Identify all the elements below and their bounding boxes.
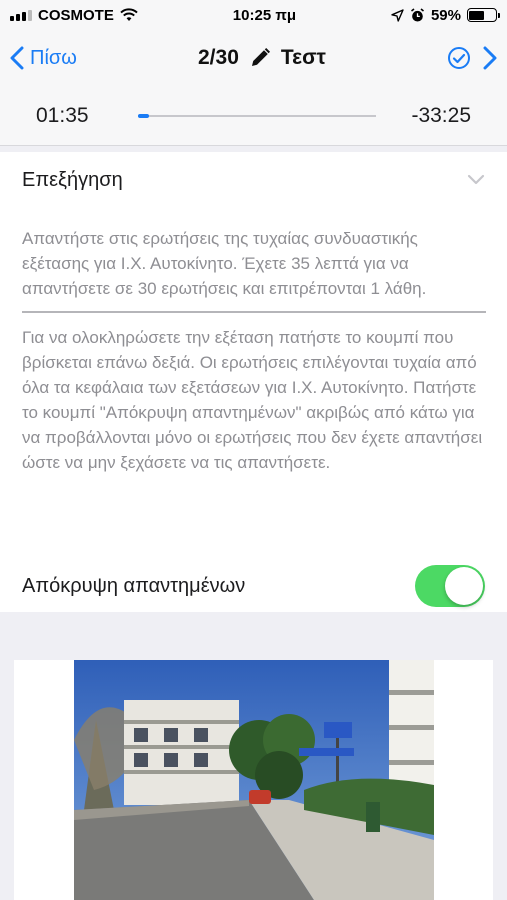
question-counter: 2/30 — [198, 46, 239, 69]
carrier-name: COSMOTE — [38, 6, 114, 24]
hide-answered-row: Απόκρυψη απαντημένων — [0, 560, 507, 612]
toggle-knob — [445, 567, 483, 605]
explanation-paragraph-1: Απαντήστε στις ερωτήσεις της τυχαίας συν… — [22, 229, 427, 298]
status-bar: COSMOTE 10:25 πμ 59% — [0, 0, 507, 30]
timer-bar: 01:35 -33:25 — [0, 86, 507, 146]
status-left: COSMOTE — [10, 7, 138, 24]
nav-title-group: 2/30 Τεστ — [198, 46, 326, 70]
explanation-card: Επεξήγηση Απαντήστε στις ερωτήσεις της τ… — [0, 152, 507, 612]
nav-bar: Πίσω 2/30 Τεστ — [0, 30, 507, 86]
remaining-time: -33:25 — [411, 103, 471, 127]
elapsed-time: 01:35 — [36, 103, 89, 127]
location-arrow-icon — [391, 8, 404, 22]
battery-icon — [466, 8, 500, 22]
nav-actions — [447, 46, 497, 70]
question-photo — [74, 660, 434, 900]
chevron-right-icon[interactable] — [483, 46, 497, 70]
pencil-icon[interactable] — [249, 47, 271, 69]
time-progress-fill — [138, 113, 149, 118]
chevron-left-icon — [10, 46, 24, 70]
wifi-icon — [120, 8, 138, 21]
page-title: Τεστ — [280, 46, 326, 69]
hide-answered-toggle[interactable] — [415, 565, 485, 607]
clock: 10:25 πμ — [232, 6, 296, 24]
signal-strength-icon — [10, 9, 32, 21]
chevron-down-icon[interactable] — [467, 174, 485, 186]
explanation-heading: Επεξήγηση — [22, 168, 123, 191]
battery-level — [469, 10, 485, 20]
question-image-card — [14, 660, 493, 900]
explanation-paragraph-2: Για να ολοκληρώσετε την εξέταση πατήστε … — [22, 328, 483, 472]
battery-percent: 59% — [430, 6, 461, 24]
hide-answered-label: Απόκρυψη απαντημένων — [22, 574, 246, 597]
back-button[interactable]: Πίσω — [10, 46, 77, 70]
alarm-clock-icon — [410, 7, 424, 21]
status-right: 59% — [391, 6, 500, 24]
back-button-label: Πίσω — [30, 46, 77, 69]
explanation-body: Απαντήστε στις ερωτήσεις της τυχαίας συν… — [0, 208, 507, 475]
divider — [22, 311, 486, 313]
street-scene-image — [74, 660, 434, 900]
check-circle-icon[interactable] — [447, 46, 471, 70]
time-progress-track — [138, 113, 376, 118]
explanation-header[interactable]: Επεξήγηση — [0, 152, 507, 208]
